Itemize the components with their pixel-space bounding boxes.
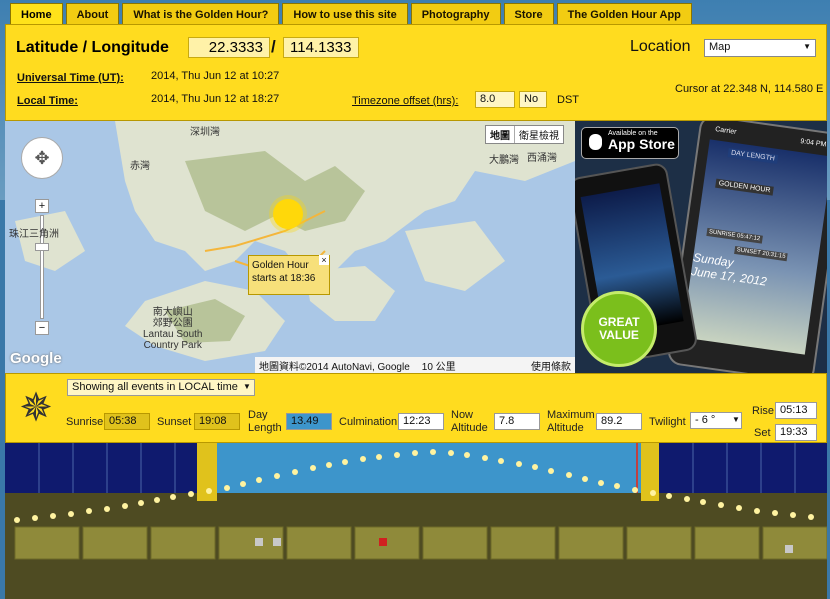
map-label-shenzhen: 深圳灣 [190,127,220,138]
ut-label: Universal Time (UT): [17,72,124,84]
page-title: Latitude / Longitude [16,39,169,56]
rise-label: Rise [752,405,775,417]
sun-timeline[interactable] [5,443,827,599]
compass-icon: ✵ [19,386,53,430]
map-label-tai: 大鵬灣 [489,155,519,166]
culmination-label: Culmination [339,416,398,428]
timezone-input[interactable]: 8.0 [475,91,515,108]
zoom-in-button[interactable]: + [35,199,49,213]
map-footer: 地圖資料©2014 AutoNavi, Google 10 公里 使用條款 [255,357,575,373]
timezone-label: Timezone offset (hrs): [352,95,459,107]
store-badge-title: App Store [608,136,675,152]
tab-store[interactable]: Store [503,3,554,25]
rise-value: 05:13 [775,402,817,419]
map-label-lantau: 南大嶼山 郊野公園 Lantau South Country Park [143,307,203,351]
now-altitude-label: Now Altitude [451,409,488,434]
sunset-label: Sunset [157,416,192,428]
map-attribution: 地圖資料©2014 AutoNavi, Google [259,361,410,373]
dst-label: DST [557,94,579,106]
map-scale: 10 公里 [421,361,456,373]
max-altitude-value: 89.2 [596,413,642,430]
ut-value: 2014, Thu Jun 12 at 10:27 [151,70,280,82]
map[interactable]: ✥ + − 珠江三角洲 深圳灣 赤灣 大鵬灣 西涌灣 南大嶼山 郊野公園 Lan… [5,121,575,373]
local-time-label: Local Time: [17,95,78,107]
map-view-button[interactable]: 地圖 [486,126,515,143]
twilight-chevron-icon: ▼ [732,415,740,424]
main-nav: Home About What is the Golden Hour? How … [10,3,692,25]
sun-marker-icon [273,199,303,229]
satellite-view-button[interactable]: 衛星檢視 [515,126,563,143]
controls-panel: ✵ Showing all events in LOCAL time ▼ Sun… [5,373,827,443]
location-select[interactable]: Map [704,39,816,57]
phone-screen [681,139,827,355]
max-altitude-label: Maximum Altitude [547,409,595,434]
dst-select[interactable]: No [519,91,547,108]
map-pan-control[interactable]: ✥ [21,137,63,179]
set-label: Set [754,427,771,439]
sunrise-label: Sunrise [66,416,104,428]
phone-clock: 9:04 PM [799,138,827,149]
map-view-toggle: 地圖 衛星檢視 [485,125,564,144]
tab-how-to[interactable]: How to use this site [282,3,408,25]
zoom-out-button[interactable]: − [35,321,49,335]
apple-icon [589,134,602,150]
location-panel: Latitude / Longitude 22.3333 / 114.1333 … [5,24,827,121]
app-store-badge[interactable]: Available on the App Store [581,127,679,159]
culmination-value: 12:23 [398,413,444,430]
map-terms-link[interactable]: 使用條款 [531,358,575,373]
tooltip-close-icon[interactable]: × [319,255,329,265]
now-altitude-value: 7.8 [494,413,540,430]
zoom-slider-handle[interactable] [35,243,49,251]
sunset-value: 19:08 [194,413,240,430]
map-label-sai: 西涌灣 [527,153,557,164]
tab-photography[interactable]: Photography [410,3,501,25]
timeline-graph [14,443,827,560]
day-length-value: 13.49 [286,413,332,430]
google-logo: Google [10,350,62,367]
events-select[interactable]: Showing all events in LOCAL time [67,379,255,396]
events-select-chevron-icon: ▼ [243,382,251,391]
day-length-label: Day Length [248,409,282,434]
cursor-readout: Cursor at 22.348 N, 114.580 E [675,83,824,95]
tab-home[interactable]: Home [10,3,63,25]
phone-carrier: Carrier [714,126,737,136]
lat-lon-separator: / [271,37,276,56]
set-value: 19:33 [775,424,817,441]
longitude-input[interactable]: 114.1333 [283,37,359,58]
app-promo[interactable]: Available on the App Store Carrier 9:04 … [575,121,827,373]
golden-hour-tooltip: Golden Hour starts at 18:36 [248,255,330,295]
tab-golden-hour[interactable]: What is the Golden Hour? [122,3,280,25]
twilight-label: Twilight [649,416,686,428]
sunrise-value: 05:38 [104,413,150,430]
map-label-chek: 赤灣 [130,161,150,172]
latitude-input[interactable]: 22.3333 [188,37,270,58]
great-value-badge: GREAT VALUE [581,291,657,367]
map-label-pearl-delta: 珠江三角洲 [9,229,59,240]
tab-about[interactable]: About [65,3,120,25]
local-time-value: 2014, Thu Jun 12 at 18:27 [151,93,280,105]
location-label: Location [630,38,691,55]
tab-app[interactable]: The Golden Hour App [556,3,692,25]
